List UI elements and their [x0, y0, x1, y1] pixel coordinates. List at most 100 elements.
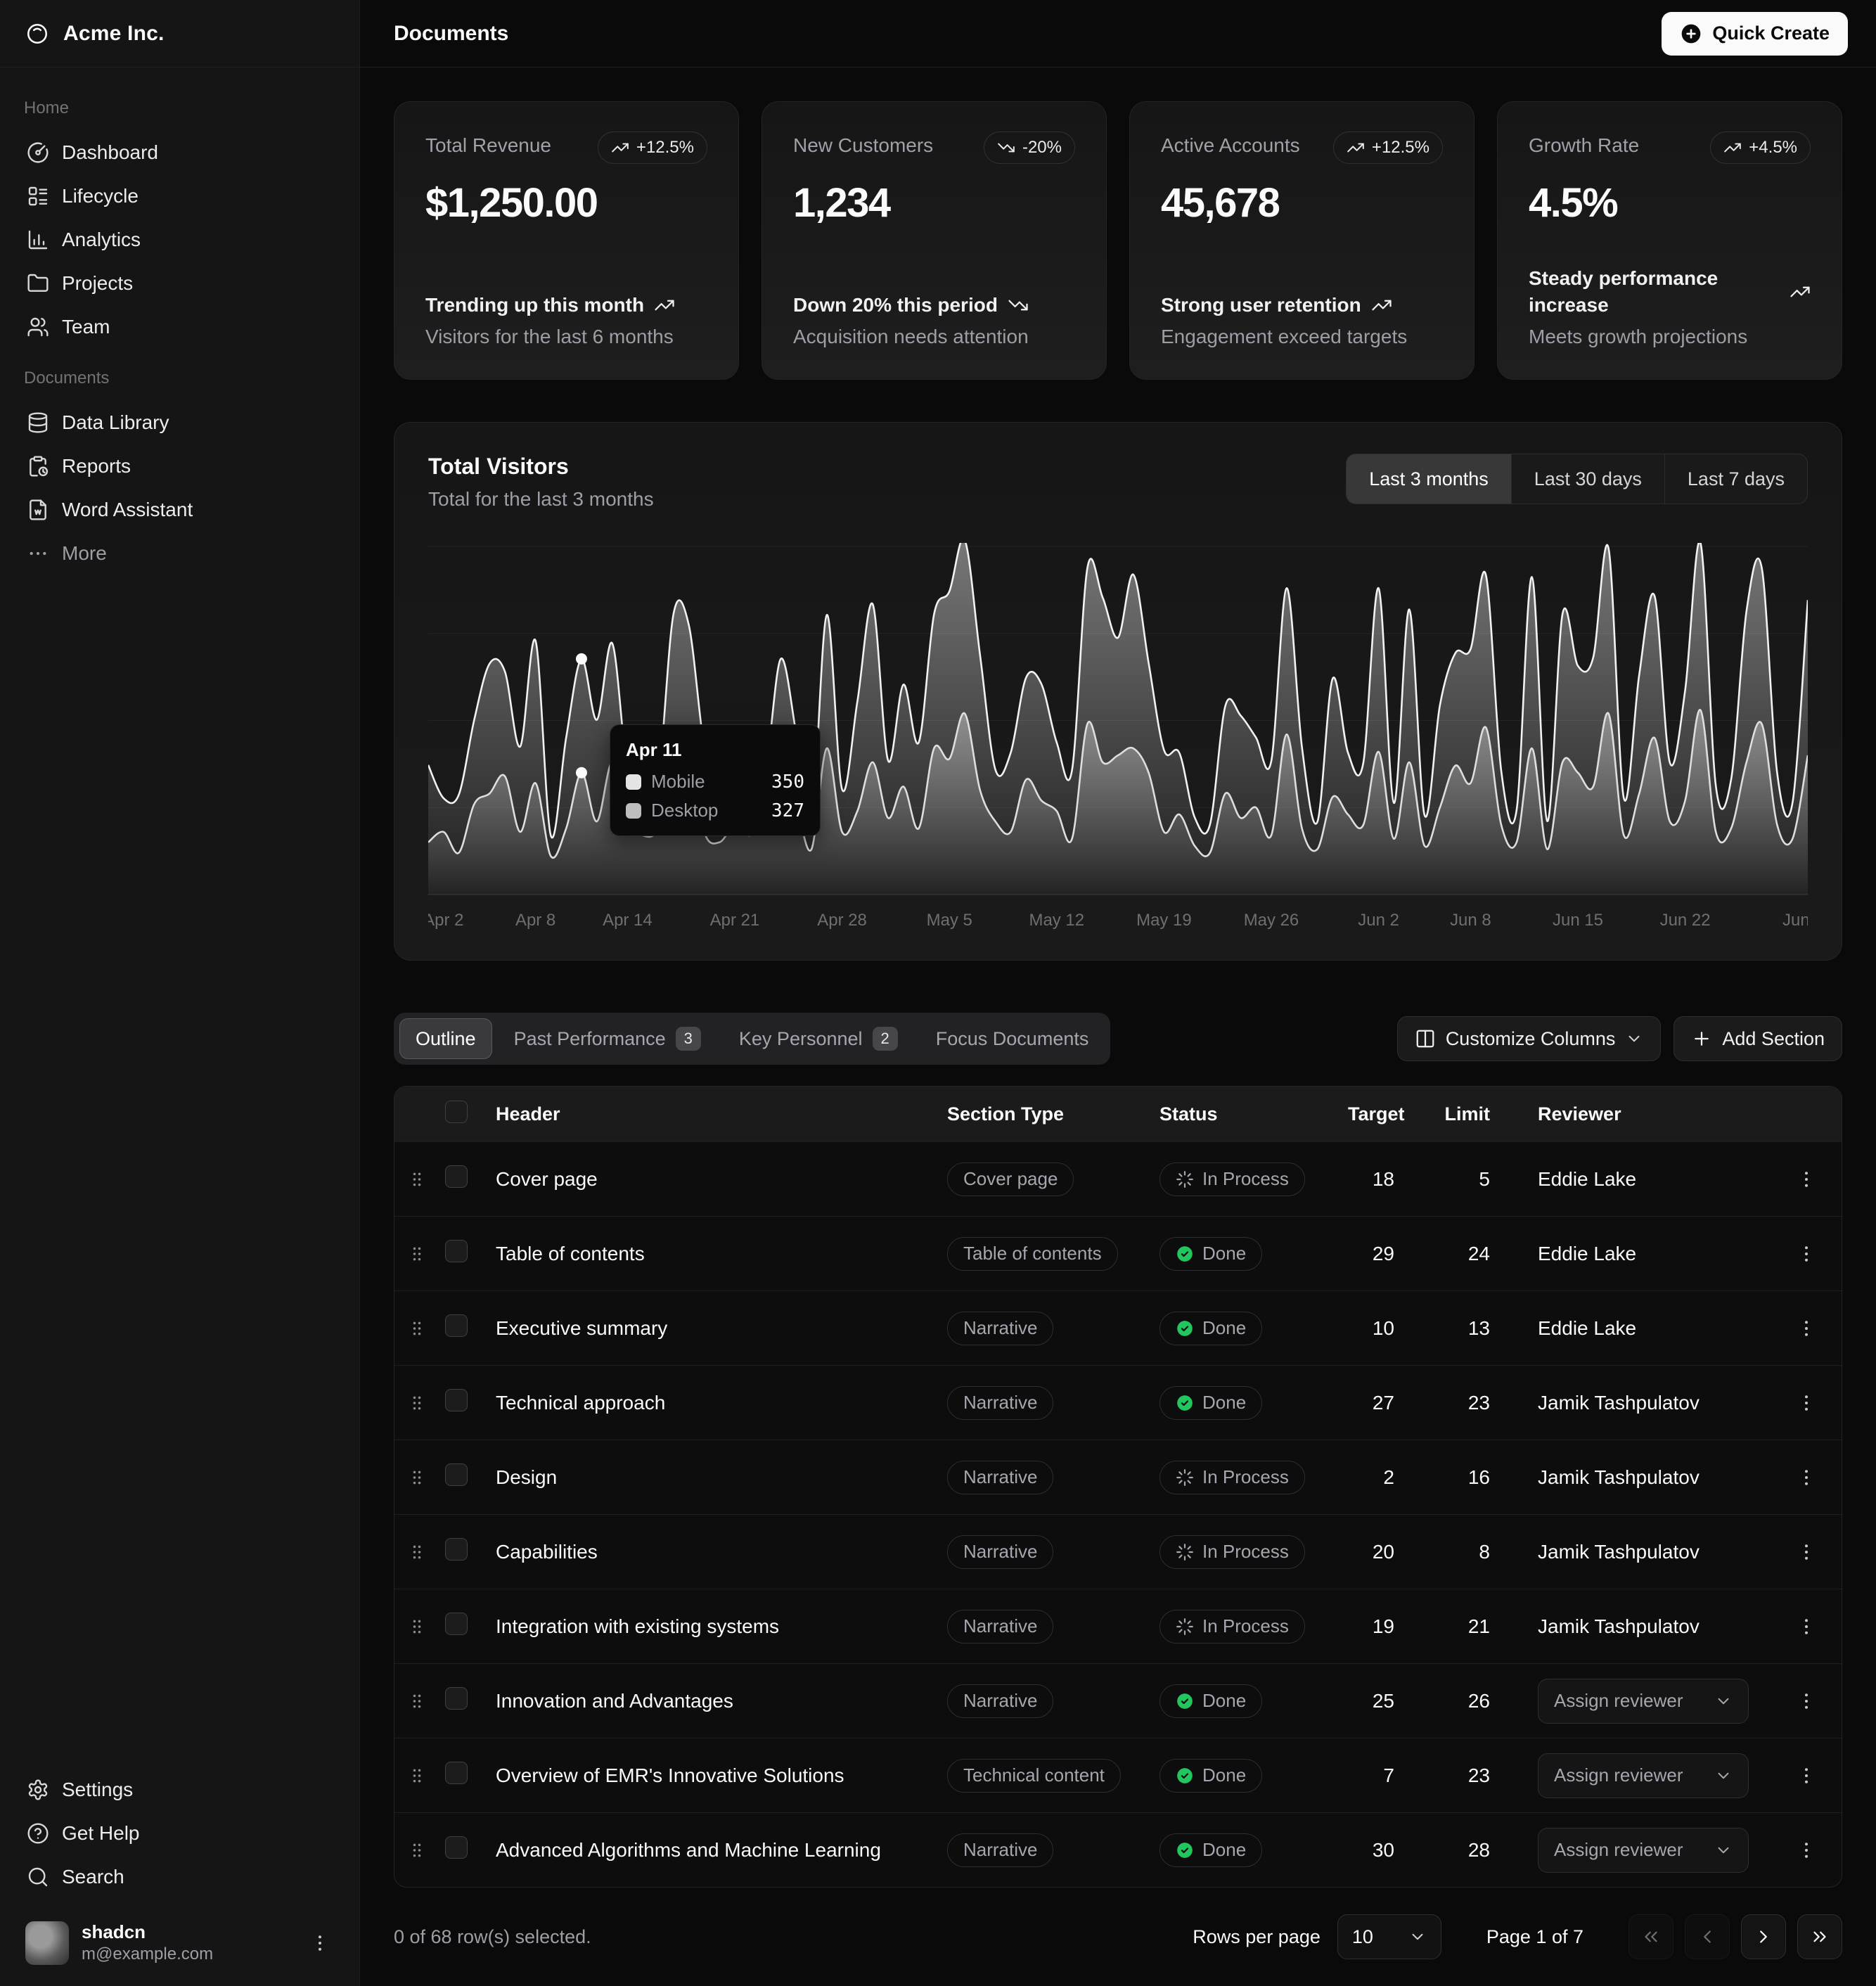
sidebar-item-label: Reports	[62, 455, 131, 478]
row-type-cell: Narrative	[942, 1386, 1154, 1420]
row-drag-handle[interactable]	[401, 1238, 432, 1269]
row-drag-handle[interactable]	[401, 1462, 432, 1493]
row-checkbox[interactable]	[445, 1687, 468, 1710]
user-menu[interactable]: shadcn m@example.com	[17, 1914, 342, 1972]
ellipsis-vertical-icon	[1796, 1243, 1817, 1264]
row-checkbox[interactable]	[445, 1389, 468, 1411]
svg-text:May 26: May 26	[1244, 911, 1299, 930]
stat-card-growth-rate: Growth Rate+4.5%4.5%Steady performance i…	[1497, 101, 1842, 380]
sidebar-item-reports[interactable]: Reports	[17, 444, 342, 488]
sidebar-item-settings[interactable]: Settings	[17, 1768, 342, 1812]
row-actions-button[interactable]	[1792, 1836, 1820, 1864]
column-header: Header	[490, 1103, 942, 1125]
row-checkbox[interactable]	[445, 1538, 468, 1561]
row-drag-handle[interactable]	[401, 1313, 432, 1344]
ellipsis-vertical-icon	[1796, 1691, 1817, 1712]
row-checkbox[interactable]	[445, 1836, 468, 1859]
row-drag-handle[interactable]	[401, 1835, 432, 1866]
status-badge: Done	[1159, 1684, 1262, 1718]
next-page-button[interactable]	[1741, 1914, 1786, 1959]
tab-past-performance[interactable]: Past Performance3	[498, 1018, 717, 1059]
status-badge: Done	[1159, 1386, 1262, 1420]
row-status-cell: In Process	[1154, 1610, 1342, 1644]
quick-create-button[interactable]: Quick Create	[1662, 12, 1848, 56]
sidebar-item-search[interactable]: Search	[17, 1855, 342, 1899]
row-reviewer-cell: Jamik Tashpulatov	[1504, 1541, 1771, 1563]
range-option-last-3-months[interactable]: Last 3 months	[1347, 454, 1511, 504]
status-label: Done	[1202, 1839, 1246, 1861]
assign-reviewer-select[interactable]: Assign reviewer	[1538, 1679, 1749, 1724]
add-section-button[interactable]: Add Section	[1673, 1016, 1842, 1061]
sidebar-item-get-help[interactable]: Get Help	[17, 1812, 342, 1855]
sidebar-item-analytics[interactable]: Analytics	[17, 218, 342, 262]
row-checkbox[interactable]	[445, 1240, 468, 1262]
row-header-cell: Table of contents	[490, 1243, 942, 1265]
assign-reviewer-select[interactable]: Assign reviewer	[1538, 1828, 1749, 1873]
row-checkbox[interactable]	[445, 1314, 468, 1337]
grip-icon	[407, 1542, 427, 1562]
range-option-last-7-days[interactable]: Last 7 days	[1664, 454, 1807, 504]
row-header-cell: Advanced Algorithms and Machine Learning	[490, 1839, 942, 1862]
last-page-button[interactable]	[1797, 1914, 1842, 1959]
row-drag-handle[interactable]	[401, 1686, 432, 1717]
tab-key-personnel[interactable]: Key Personnel2	[723, 1018, 914, 1059]
stat-card-subline: Engagement exceed targets	[1161, 326, 1443, 348]
trend-badge-value: +4.5%	[1749, 138, 1797, 158]
row-reviewer-cell: Jamik Tashpulatov	[1504, 1392, 1771, 1414]
tab-focus-documents[interactable]: Focus Documents	[920, 1018, 1105, 1059]
row-actions-button[interactable]	[1792, 1314, 1820, 1343]
row-actions-button[interactable]	[1792, 1165, 1820, 1193]
first-page-button[interactable]	[1628, 1914, 1673, 1959]
sidebar-item-lifecycle[interactable]: Lifecycle	[17, 174, 342, 218]
row-actions-button[interactable]	[1792, 1240, 1820, 1268]
ellipsis-vertical-icon	[1796, 1318, 1817, 1339]
row-actions-button[interactable]	[1792, 1762, 1820, 1790]
previous-page-button[interactable]	[1685, 1914, 1730, 1959]
reviewer-name: Jamik Tashpulatov	[1538, 1466, 1700, 1488]
user-menu-button[interactable]	[306, 1929, 334, 1957]
row-drag-handle[interactable]	[401, 1164, 432, 1195]
row-actions-button[interactable]	[1792, 1687, 1820, 1715]
row-status-cell: Done	[1154, 1684, 1342, 1718]
assign-reviewer-select[interactable]: Assign reviewer	[1538, 1753, 1749, 1798]
range-option-last-30-days[interactable]: Last 30 days	[1511, 454, 1664, 504]
brand[interactable]: Acme Inc.	[0, 0, 359, 68]
sidebar-item-label: Get Help	[62, 1822, 140, 1845]
svg-text:Apr 14: Apr 14	[603, 911, 653, 930]
selection-status: 0 of 68 row(s) selected.	[394, 1926, 591, 1948]
row-actions-button[interactable]	[1792, 1463, 1820, 1492]
row-header-cell: Integration with existing systems	[490, 1615, 942, 1638]
sidebar-item-dashboard[interactable]: Dashboard	[17, 131, 342, 174]
trend-up-icon	[1371, 295, 1392, 316]
page-title: Documents	[394, 22, 508, 46]
status-badge: Done	[1159, 1312, 1262, 1345]
stat-card-subline: Meets growth projections	[1529, 326, 1811, 348]
select-all-checkbox[interactable]	[445, 1101, 468, 1123]
sidebar-item-projects[interactable]: Projects	[17, 262, 342, 305]
row-checkbox[interactable]	[445, 1165, 468, 1188]
sidebar-item-word-assistant[interactable]: Word Assistant	[17, 488, 342, 532]
help-icon	[27, 1822, 49, 1845]
row-drag-handle[interactable]	[401, 1760, 432, 1791]
row-actions-button[interactable]	[1792, 1613, 1820, 1641]
row-checkbox[interactable]	[445, 1463, 468, 1486]
sidebar-item-more[interactable]: More	[17, 532, 342, 575]
chart-column-icon	[27, 229, 49, 251]
row-drag-handle[interactable]	[401, 1611, 432, 1642]
trend-up-icon	[1723, 139, 1742, 157]
stat-card-label: Growth Rate	[1529, 132, 1639, 157]
row-actions-button[interactable]	[1792, 1389, 1820, 1417]
tab-outline[interactable]: Outline	[399, 1018, 492, 1059]
trend-badge-value: -20%	[1022, 138, 1062, 158]
customize-columns-button[interactable]: Customize Columns	[1397, 1016, 1662, 1061]
row-checkbox[interactable]	[445, 1613, 468, 1635]
rows-per-page-select[interactable]: 10	[1337, 1914, 1441, 1959]
stat-card-value: 1,234	[793, 179, 1075, 226]
sidebar-item-team[interactable]: Team	[17, 305, 342, 349]
row-checkbox[interactable]	[445, 1762, 468, 1784]
row-drag-handle[interactable]	[401, 1388, 432, 1418]
row-drag-handle[interactable]	[401, 1537, 432, 1568]
sidebar-item-data-library[interactable]: Data Library	[17, 401, 342, 444]
loader-icon	[1176, 1170, 1194, 1189]
row-actions-button[interactable]	[1792, 1538, 1820, 1566]
